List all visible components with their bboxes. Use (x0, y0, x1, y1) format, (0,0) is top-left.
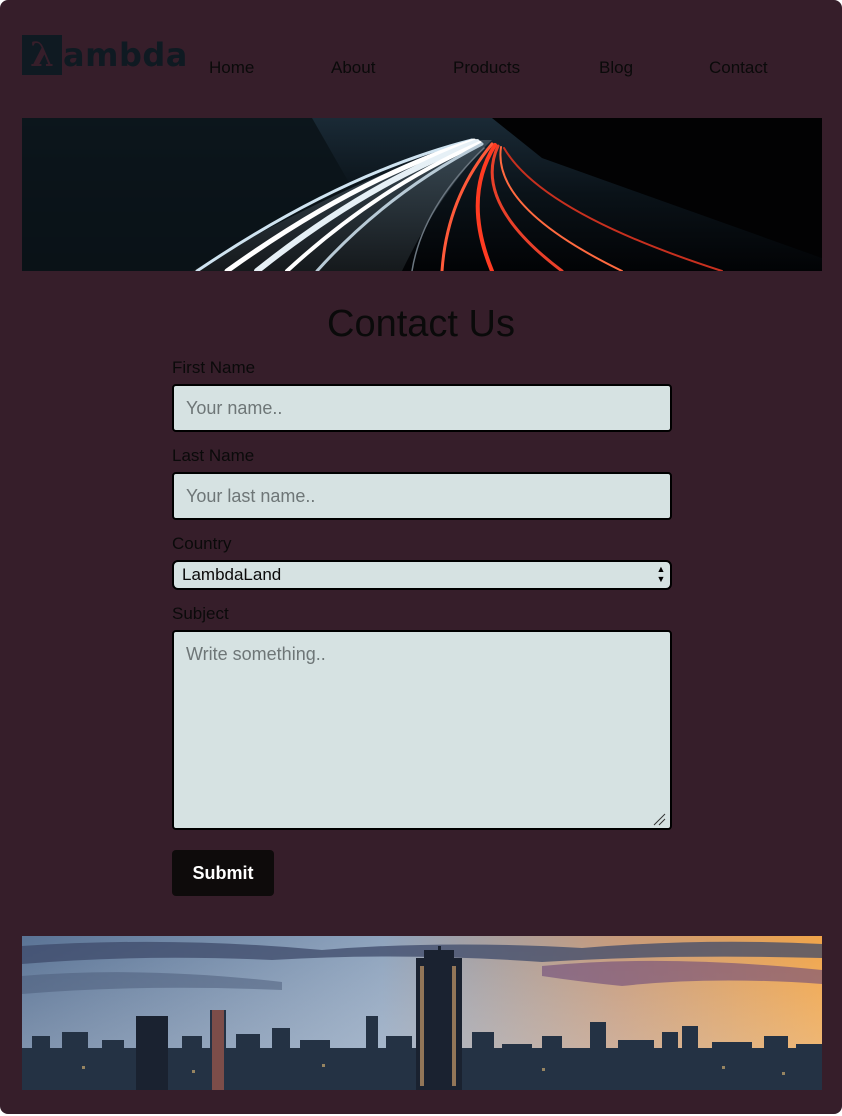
nav-home[interactable]: Home (209, 58, 254, 78)
logo-text: ambda (63, 36, 188, 74)
page-container: λ ambda Home About Products Blog Contact (0, 0, 842, 1114)
submit-button[interactable]: Submit (172, 850, 274, 896)
subject-textarea[interactable] (172, 630, 672, 830)
country-label: Country (172, 534, 232, 553)
nav-contact[interactable]: Contact (709, 58, 768, 78)
subject-label: Subject (172, 604, 229, 623)
nav-about[interactable]: About (331, 58, 375, 78)
footer-city-skyline-image (22, 936, 822, 1090)
country-select[interactable]: LambdaLand ▲ ▼ (172, 560, 672, 590)
page-title: Contact Us (327, 303, 515, 345)
lambda-icon: λ (22, 35, 62, 75)
resize-grip-icon[interactable] (652, 812, 666, 826)
first-name-input[interactable] (172, 384, 672, 432)
country-selected-value: LambdaLand (182, 565, 282, 584)
last-name-input[interactable] (172, 472, 672, 520)
last-name-label: Last Name (172, 446, 255, 465)
nav-products[interactable]: Products (453, 58, 520, 78)
first-name-label: First Name (172, 358, 256, 377)
lambda-logo[interactable]: λ ambda (22, 35, 188, 75)
hero-highway-image (22, 118, 822, 271)
select-arrows-icon: ▲ ▼ (656, 564, 666, 584)
nav-blog[interactable]: Blog (599, 58, 633, 78)
